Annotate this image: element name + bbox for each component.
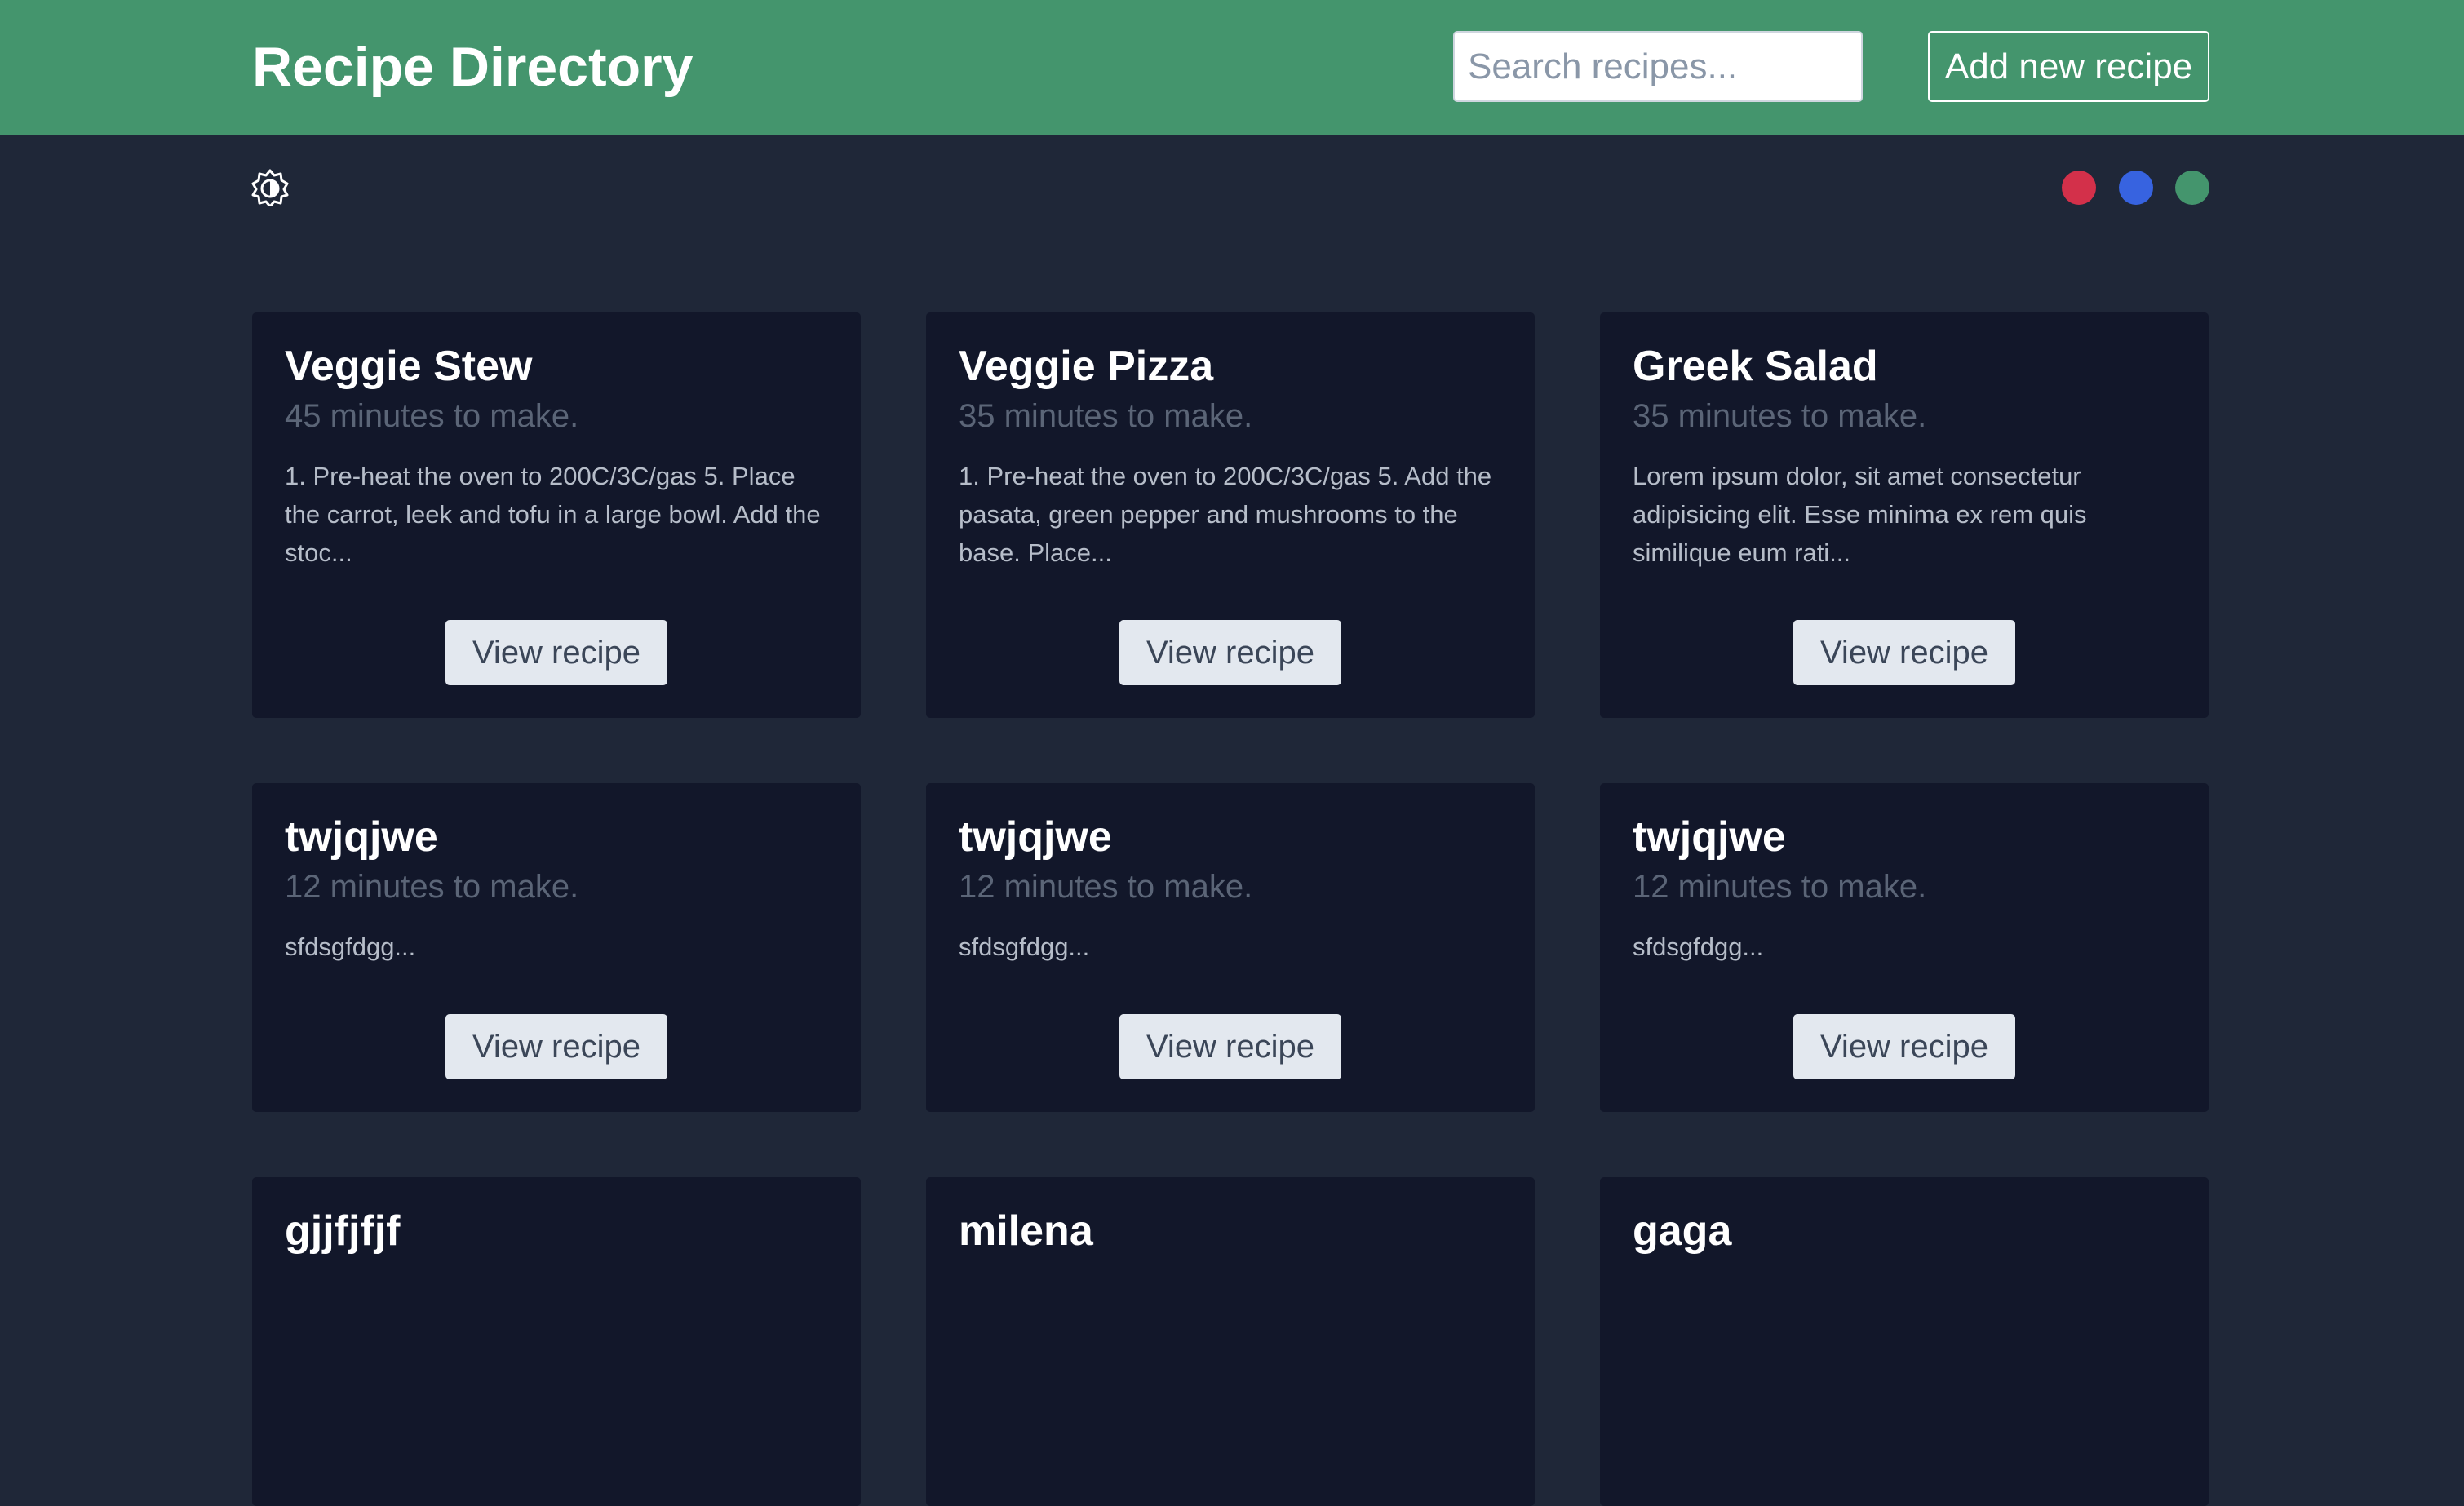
recipe-card: gaga <box>1600 1177 2209 1506</box>
app-header: Recipe Directory Add new recipe <box>0 0 2464 135</box>
recipe-title: twjqjwe <box>959 813 1112 861</box>
page-title: Recipe Directory <box>252 36 694 98</box>
color-option-green[interactable] <box>2175 171 2209 205</box>
recipe-grid: Veggie Stew 45 minutes to make. 1. Pre-h… <box>252 312 2209 1506</box>
recipe-description: sfdsgfdgg... <box>1633 932 1764 962</box>
recipe-title: Veggie Stew <box>285 343 533 390</box>
view-recipe-button[interactable]: View recipe <box>1793 620 2015 685</box>
recipe-card: Veggie Stew 45 minutes to make. 1. Pre-h… <box>252 312 861 718</box>
recipe-title: Veggie Pizza <box>959 343 1214 390</box>
recipe-title: twjqjwe <box>285 813 438 861</box>
view-recipe-button[interactable]: View recipe <box>1119 1014 1341 1079</box>
recipe-description: Lorem ipsum dolor, sit amet consectetur … <box>1633 462 2087 568</box>
recipe-title: gaga <box>1633 1207 1732 1255</box>
color-option-blue[interactable] <box>2119 171 2153 205</box>
recipe-card: milena <box>926 1177 1535 1506</box>
contrast-icon[interactable] <box>251 169 289 208</box>
recipe-card: Greek Salad 35 minutes to make. Lorem ip… <box>1600 312 2209 718</box>
recipe-card: twjqjwe 12 minutes to make. sfdsgfdgg...… <box>926 783 1535 1112</box>
recipe-time: 35 minutes to make. <box>1633 398 1927 435</box>
recipe-title: milena <box>959 1207 1093 1255</box>
view-recipe-button[interactable]: View recipe <box>445 620 667 685</box>
color-option-red[interactable] <box>2062 171 2096 205</box>
recipe-card: twjqjwe 12 minutes to make. sfdsgfdgg...… <box>1600 783 2209 1112</box>
recipe-time: 12 minutes to make. <box>959 869 1253 906</box>
recipe-card: gjjfjfjf <box>252 1177 861 1506</box>
add-recipe-button[interactable]: Add new recipe <box>1928 31 2209 102</box>
view-recipe-button[interactable]: View recipe <box>1119 620 1341 685</box>
recipe-description: 1. Pre-heat the oven to 200C/3C/gas 5. A… <box>959 462 1492 568</box>
recipe-title: gjjfjfjf <box>285 1207 401 1255</box>
recipe-description: sfdsgfdgg... <box>285 932 416 962</box>
recipe-time: 45 minutes to make. <box>285 398 579 435</box>
search-input[interactable] <box>1453 31 1863 102</box>
recipe-time: 12 minutes to make. <box>285 869 579 906</box>
recipe-title: Greek Salad <box>1633 343 1878 390</box>
recipe-title: twjqjwe <box>1633 813 1786 861</box>
recipe-time: 35 minutes to make. <box>959 398 1253 435</box>
recipe-description: sfdsgfdgg... <box>959 932 1090 962</box>
recipe-card: twjqjwe 12 minutes to make. sfdsgfdgg...… <box>252 783 861 1112</box>
view-recipe-button[interactable]: View recipe <box>1793 1014 2015 1079</box>
recipe-description: 1. Pre-heat the oven to 200C/3C/gas 5. P… <box>285 462 821 568</box>
recipe-card: Veggie Pizza 35 minutes to make. 1. Pre-… <box>926 312 1535 718</box>
view-recipe-button[interactable]: View recipe <box>445 1014 667 1079</box>
recipe-time: 12 minutes to make. <box>1633 869 1927 906</box>
